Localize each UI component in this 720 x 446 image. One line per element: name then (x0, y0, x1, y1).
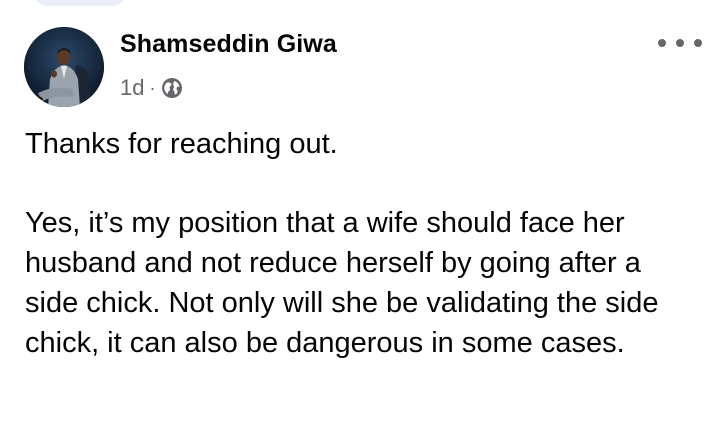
facebook-post: Shamseddin Giwa 1d · Thanks for reaching… (0, 0, 720, 446)
post-text: Thanks for reaching out. Yes, it’s my po… (25, 124, 695, 363)
profile-photo (24, 27, 104, 107)
more-dot (676, 39, 684, 47)
author-name[interactable]: Shamseddin Giwa (120, 30, 337, 59)
post-timestamp[interactable]: 1d (120, 75, 144, 101)
globe-icon[interactable] (161, 77, 183, 99)
meta-separator: · (149, 77, 156, 98)
post-meta: 1d · (120, 74, 183, 102)
more-options-button[interactable] (658, 32, 702, 54)
more-dot (694, 39, 702, 47)
post-paragraph: Yes, it’s my position that a wife should… (25, 207, 659, 359)
post-paragraph: Thanks for reaching out. (25, 128, 338, 160)
more-dot (658, 39, 666, 47)
avatar[interactable] (24, 27, 104, 107)
